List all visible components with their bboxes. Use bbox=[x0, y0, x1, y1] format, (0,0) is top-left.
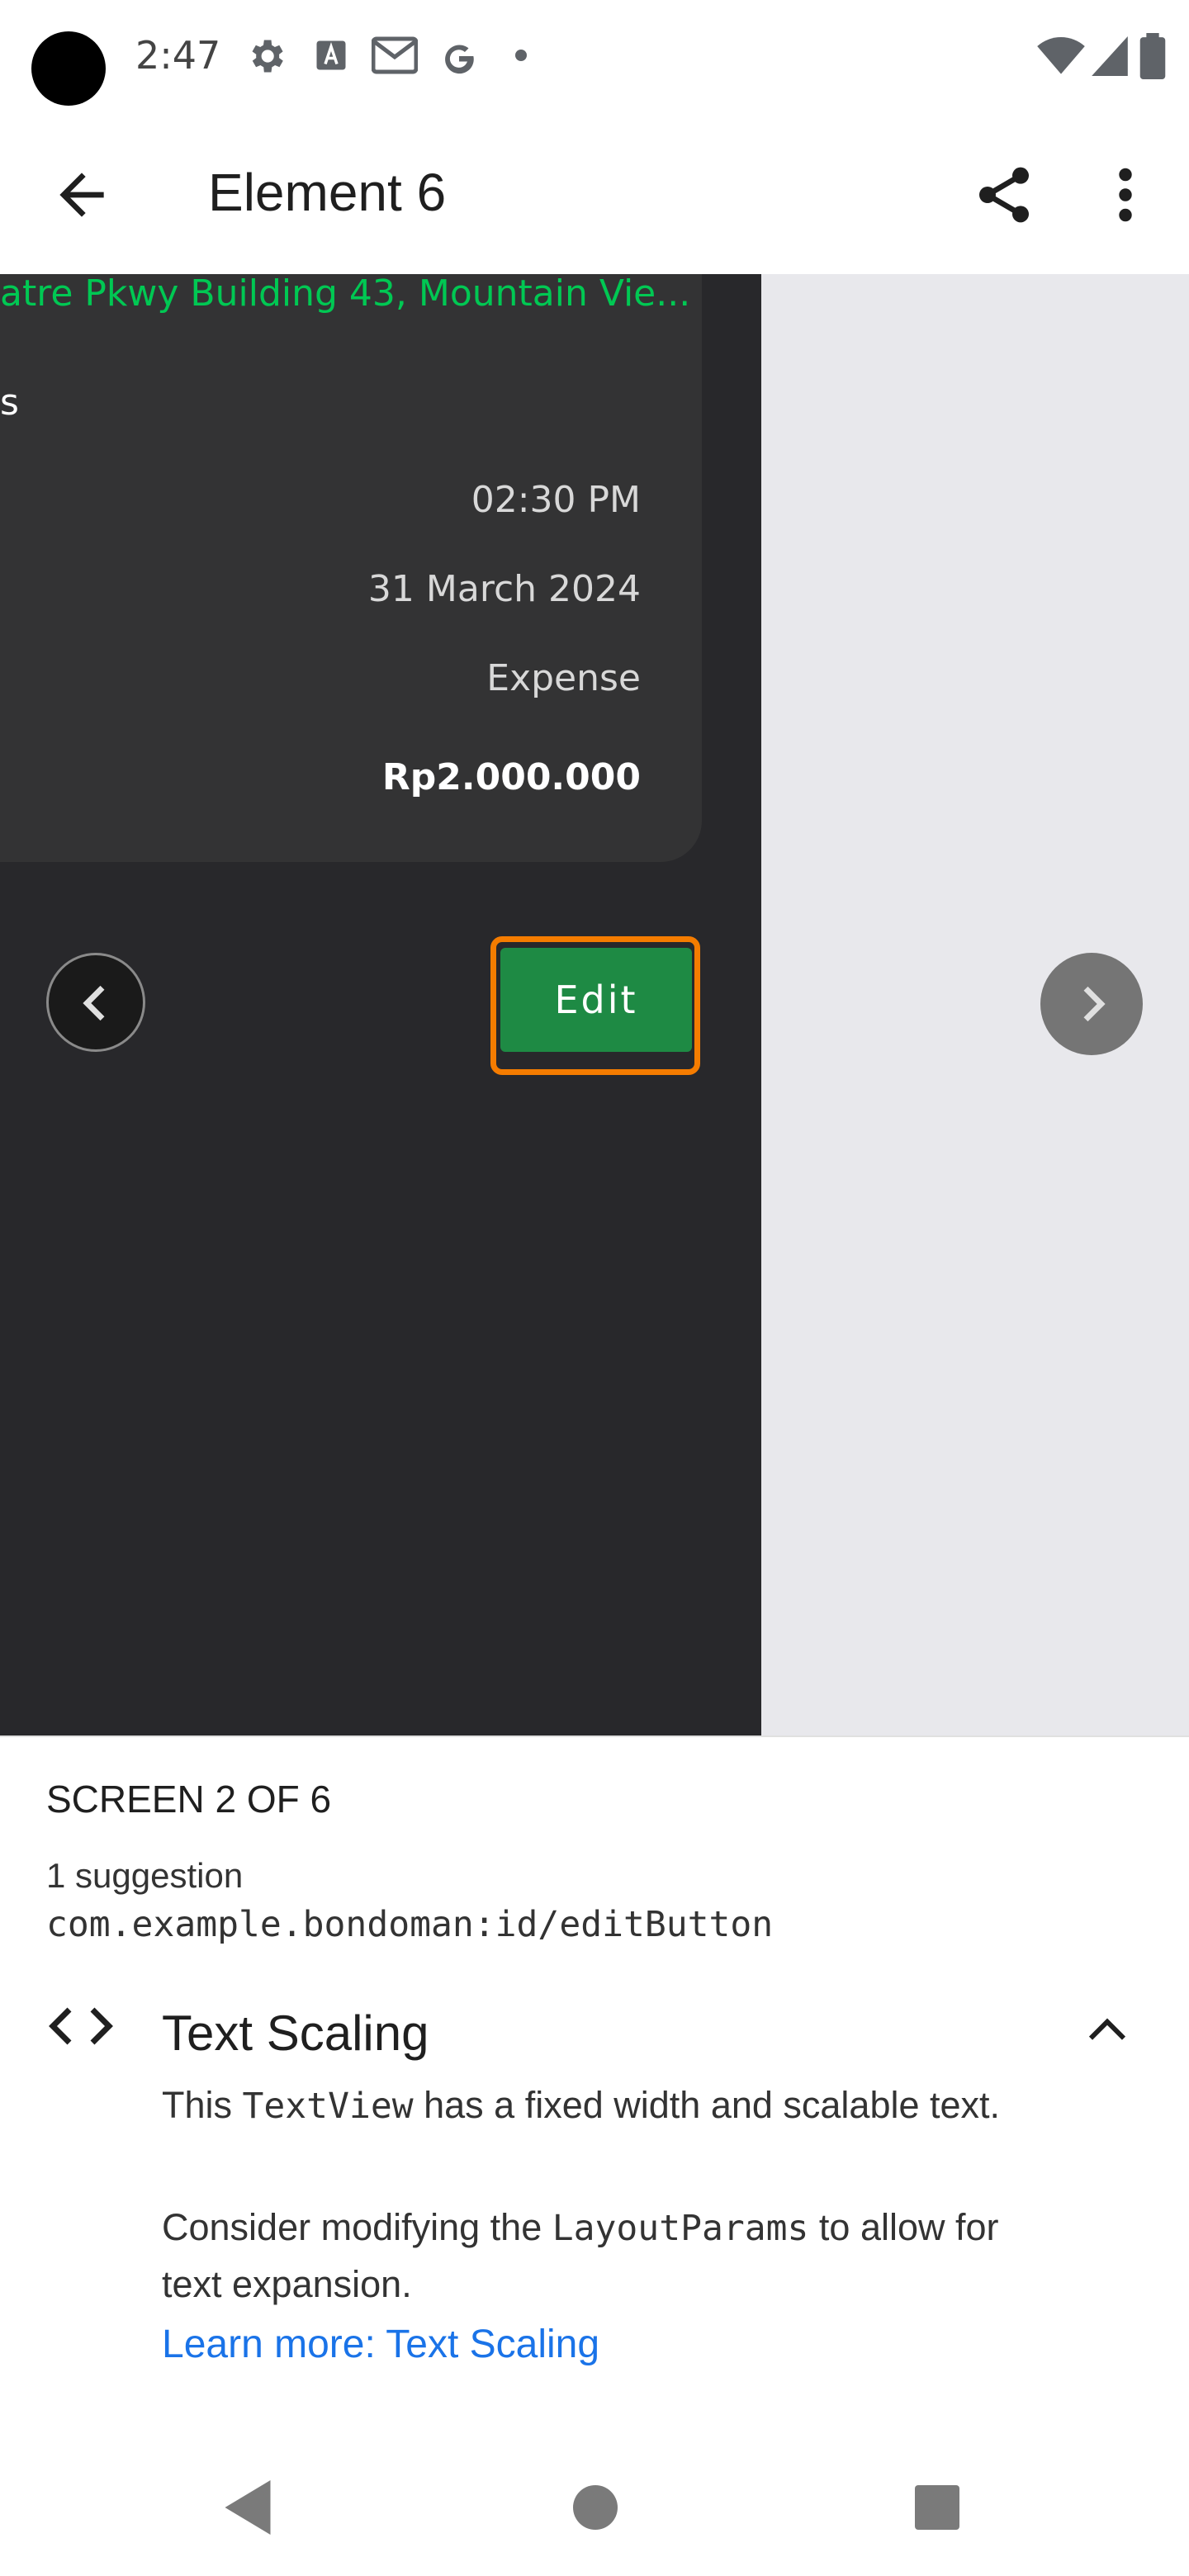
learn-more-link[interactable]: Learn more: Text Scaling bbox=[162, 2322, 599, 2367]
share-icon[interactable] bbox=[971, 160, 1037, 230]
desc-code: LayoutParams bbox=[552, 2208, 809, 2249]
notification-dot-icon bbox=[515, 50, 527, 61]
suggestion-count: 1 suggestion bbox=[46, 1856, 244, 1895]
partial-label: s bbox=[0, 381, 19, 424]
chevron-left-icon bbox=[83, 985, 105, 1021]
issue-description: This TextView has a fixed width and scal… bbox=[162, 2077, 1037, 2134]
status-time: 2:47 bbox=[135, 33, 221, 78]
font-a-icon bbox=[316, 40, 346, 70]
next-screen-button[interactable] bbox=[1040, 953, 1143, 1055]
code-icon bbox=[49, 2007, 113, 2045]
camera-cutout bbox=[31, 31, 106, 106]
transaction-time: 02:30 PM bbox=[471, 479, 641, 521]
more-options-icon[interactable] bbox=[1098, 160, 1153, 230]
transaction-amount: Rp2.000.000 bbox=[381, 756, 641, 798]
gmail-icon bbox=[372, 36, 418, 74]
issue-title[interactable]: Text Scaling bbox=[162, 2005, 429, 2062]
nav-home-icon[interactable] bbox=[573, 2485, 618, 2530]
settings-icon bbox=[252, 40, 283, 73]
back-arrow-icon[interactable] bbox=[46, 162, 117, 228]
location-text: atre Pkwy Building 43, Mountain Vie... bbox=[0, 274, 691, 315]
desc-code: TextView bbox=[242, 2086, 414, 2127]
nav-back-icon[interactable] bbox=[225, 2480, 271, 2535]
desc-text: This bbox=[162, 2084, 243, 2126]
screen-counter: SCREEN 2 OF 6 bbox=[46, 1778, 332, 1821]
chevron-up-icon[interactable] bbox=[1087, 2015, 1128, 2043]
transaction-date: 31 March 2024 bbox=[367, 568, 641, 610]
view-id: com.example.bondoman:id/editButton bbox=[46, 1904, 774, 1945]
desc-text: Consider modifying the bbox=[162, 2206, 552, 2248]
chevron-right-icon bbox=[1083, 986, 1106, 1022]
transaction-category: Expense bbox=[486, 657, 641, 699]
previous-screen-button[interactable] bbox=[46, 953, 145, 1052]
cellular-signal-icon bbox=[1092, 36, 1128, 76]
wifi-icon bbox=[1037, 36, 1085, 74]
battery-icon bbox=[1139, 33, 1166, 79]
page-title: Element 6 bbox=[208, 163, 447, 222]
desc-text: has a fixed width and scalable text. bbox=[413, 2084, 1001, 2126]
element-highlight bbox=[490, 936, 700, 1075]
nav-recents-icon[interactable] bbox=[915, 2485, 959, 2530]
issue-recommendation: Consider modifying the LayoutParams to a… bbox=[162, 2200, 1037, 2313]
google-icon bbox=[445, 45, 474, 74]
